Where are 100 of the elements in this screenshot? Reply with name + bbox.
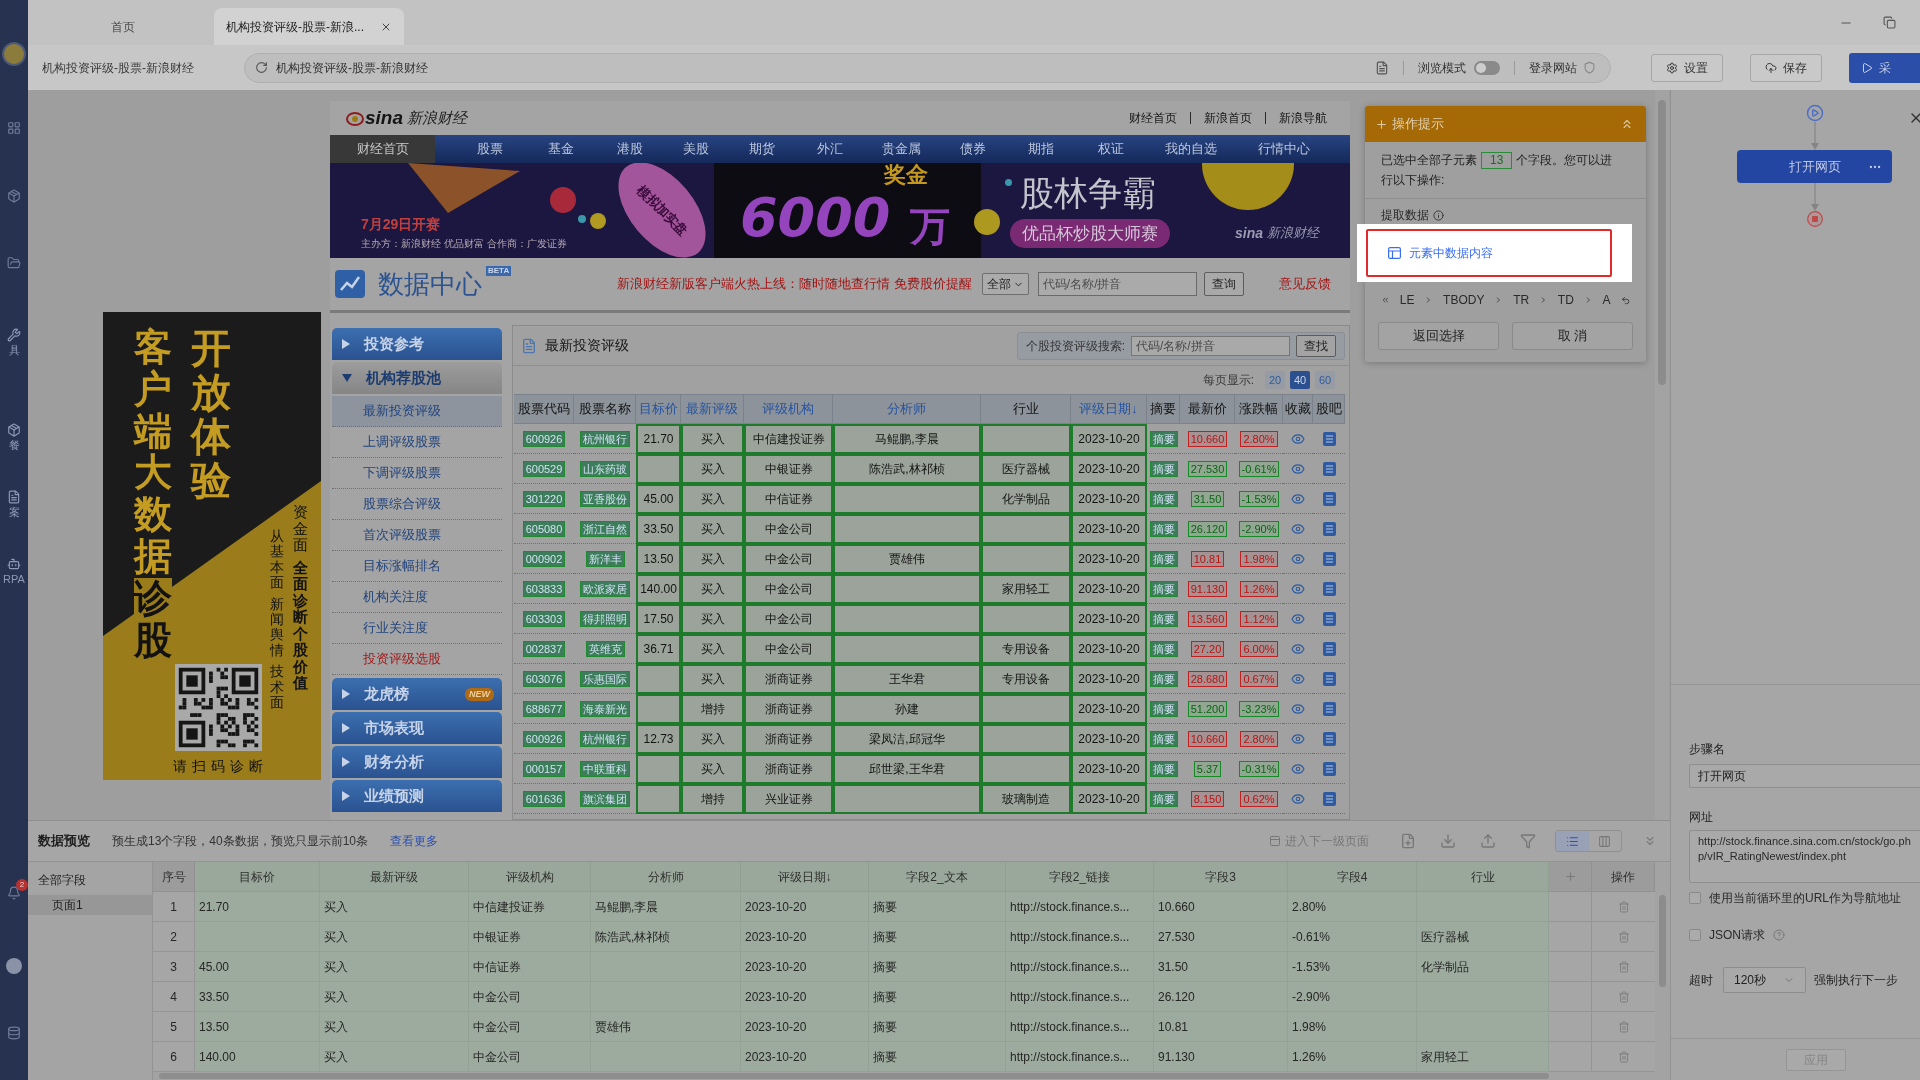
header-link[interactable]: 新浪导航: [1266, 109, 1340, 127]
breadcrumb-item[interactable]: A: [1602, 291, 1611, 309]
summary-link[interactable]: 摘要: [1149, 490, 1178, 507]
nav-tab[interactable]: 基金: [526, 135, 596, 163]
menu-item[interactable]: 股票综合评级: [332, 489, 502, 520]
nav-tab[interactable]: 期货: [729, 135, 795, 163]
eye-icon[interactable]: [1291, 521, 1305, 536]
help-icon[interactable]: [1773, 929, 1785, 941]
menu-item[interactable]: 首次评级股票: [332, 520, 502, 551]
stock-name-link[interactable]: 海泰新光: [580, 700, 630, 717]
eye-icon[interactable]: [1291, 791, 1305, 806]
eye-icon[interactable]: [1291, 761, 1305, 776]
view-more-link[interactable]: 查看更多: [390, 832, 439, 850]
filter-icon[interactable]: [1520, 833, 1536, 849]
avatar-icon[interactable]: [2, 42, 26, 66]
promo-link[interactable]: 新浪财经新版客户端火热上线：随时随地查行情 免费股价提醒: [617, 274, 972, 294]
menu-section[interactable]: 财务分析: [332, 746, 502, 778]
summary-link[interactable]: 摘要: [1149, 670, 1178, 687]
folder-icon[interactable]: [7, 256, 21, 270]
stock-code-link[interactable]: 600926: [522, 730, 566, 747]
summary-link[interactable]: 摘要: [1149, 700, 1178, 717]
menu-item[interactable]: 最新投资评级: [332, 396, 502, 427]
page-size-option[interactable]: 40: [1290, 371, 1310, 389]
eye-icon[interactable]: [1291, 641, 1305, 656]
eye-icon[interactable]: [1291, 491, 1305, 506]
nav-tab[interactable]: 行情中心: [1234, 135, 1334, 163]
find-button[interactable]: 查找: [1296, 334, 1336, 357]
box-icon[interactable]: [7, 189, 21, 203]
timeout-select[interactable]: 120秒: [1723, 967, 1806, 993]
header-link[interactable]: 新浪首页: [1191, 109, 1265, 127]
list-icon[interactable]: [1322, 461, 1336, 476]
nav-tab[interactable]: 我的自选: [1147, 135, 1234, 163]
toggle-switch[interactable]: [1474, 60, 1500, 75]
trash-icon[interactable]: [1617, 900, 1630, 913]
stock-code-link[interactable]: 603303: [522, 610, 566, 627]
stock-name-link[interactable]: 乐惠国际: [580, 670, 630, 687]
rail-item[interactable]: 餐: [7, 423, 21, 452]
checkbox[interactable]: [1689, 892, 1701, 904]
feedback-link[interactable]: 意见反馈: [1278, 274, 1331, 294]
list-view-button[interactable]: [1556, 831, 1589, 851]
stock-name-link[interactable]: 新洋丰: [585, 550, 625, 567]
checkbox[interactable]: [1689, 929, 1701, 941]
page-size-option[interactable]: 60: [1315, 371, 1335, 389]
stock-code-link[interactable]: 000902: [522, 550, 566, 567]
add-page-icon[interactable]: [1400, 833, 1416, 849]
reload-icon[interactable]: [255, 61, 268, 74]
summary-link[interactable]: 摘要: [1149, 760, 1178, 777]
list-icon[interactable]: [1322, 641, 1336, 656]
database-icon[interactable]: [7, 1026, 21, 1040]
column-header[interactable]: 分析师: [833, 394, 981, 424]
search-field[interactable]: 代码/名称/拼音: [1037, 272, 1197, 296]
rail-item[interactable]: 具: [7, 328, 21, 357]
restore-icon[interactable]: [1883, 16, 1896, 29]
column-header[interactable]: 评级日期↓: [1071, 394, 1147, 424]
eye-icon[interactable]: [1291, 431, 1305, 446]
header-link[interactable]: 财经首页: [1116, 109, 1190, 127]
nav-tab[interactable]: 外汇: [795, 135, 865, 163]
menu-item[interactable]: 目标涨幅排名: [332, 551, 502, 582]
grid-icon[interactable]: [7, 121, 21, 135]
list-icon[interactable]: [1322, 551, 1336, 566]
collapse-icon[interactable]: [1620, 117, 1634, 131]
rail-item[interactable]: RPA: [3, 557, 25, 586]
url-field[interactable]: 机构投资评级-股票-新浪财经: [276, 58, 1375, 77]
list-icon[interactable]: [1322, 521, 1336, 536]
summary-link[interactable]: 摘要: [1149, 610, 1178, 627]
column-header[interactable]: 最新评级: [681, 394, 744, 424]
rail-item[interactable]: 案: [7, 490, 21, 519]
eye-icon[interactable]: [1291, 461, 1305, 476]
menu-item[interactable]: 机构关注度: [332, 582, 502, 613]
menu-item[interactable]: 下调评级股票: [332, 458, 502, 489]
breadcrumb-item[interactable]: TBODY: [1443, 291, 1485, 309]
play-icon[interactable]: [1805, 104, 1824, 122]
stock-search-field[interactable]: 代码/名称/拼音: [1131, 335, 1290, 356]
login-link[interactable]: 登录网站: [1529, 58, 1577, 77]
nav-tab[interactable]: 期指: [1008, 135, 1074, 163]
eye-icon[interactable]: [1291, 611, 1305, 626]
list-icon[interactable]: [1322, 581, 1336, 596]
toolbar-button[interactable]: 设置: [1651, 53, 1723, 82]
stock-code-link[interactable]: 601636: [522, 790, 566, 807]
breadcrumb-item[interactable]: LE: [1399, 291, 1415, 309]
trash-icon[interactable]: [1617, 1050, 1630, 1063]
menu-item[interactable]: 上调评级股票: [332, 427, 502, 458]
menu-section[interactable]: 机构荐股池: [332, 362, 502, 394]
trash-icon[interactable]: [1617, 930, 1630, 943]
eye-icon[interactable]: [1291, 671, 1305, 686]
summary-link[interactable]: 摘要: [1149, 790, 1178, 807]
nav-tab[interactable]: 股票: [453, 135, 526, 163]
menu-section[interactable]: 业绩预测: [332, 780, 502, 812]
collapse-icon[interactable]: [1643, 834, 1657, 848]
upload-icon[interactable]: [1480, 833, 1496, 849]
browser-tab[interactable]: 机构投资评级-股票-新浪...: [214, 8, 404, 45]
trash-icon[interactable]: [1617, 990, 1630, 1003]
breadcrumb-item[interactable]: TD: [1557, 291, 1574, 309]
add-column-icon[interactable]: [1563, 870, 1577, 883]
nav-tab[interactable]: 美股: [663, 135, 729, 163]
flow-step-node[interactable]: 打开网页: [1737, 150, 1892, 183]
list-icon[interactable]: [1322, 701, 1336, 716]
summary-link[interactable]: 摘要: [1149, 430, 1178, 447]
stock-code-link[interactable]: 301220: [522, 490, 566, 507]
stock-code-link[interactable]: 000157: [522, 760, 566, 777]
